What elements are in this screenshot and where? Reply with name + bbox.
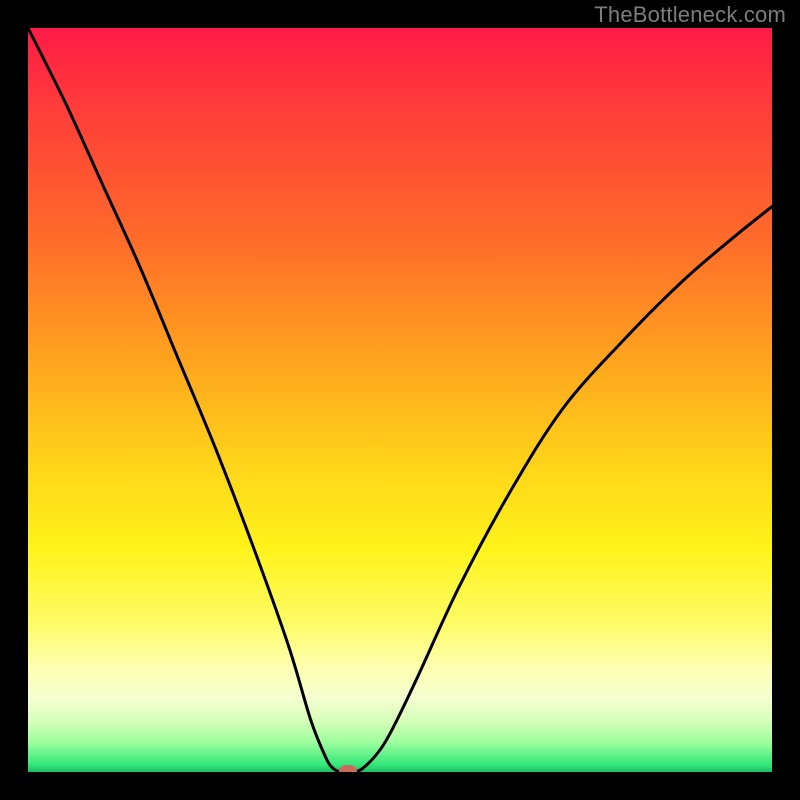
watermark-text: TheBottleneck.com <box>594 2 786 28</box>
bottleneck-curve-path <box>28 28 772 772</box>
plot-area <box>28 28 772 772</box>
chart-frame: TheBottleneck.com <box>0 0 800 800</box>
curve-svg <box>28 28 772 772</box>
optimal-point-marker <box>339 765 357 772</box>
